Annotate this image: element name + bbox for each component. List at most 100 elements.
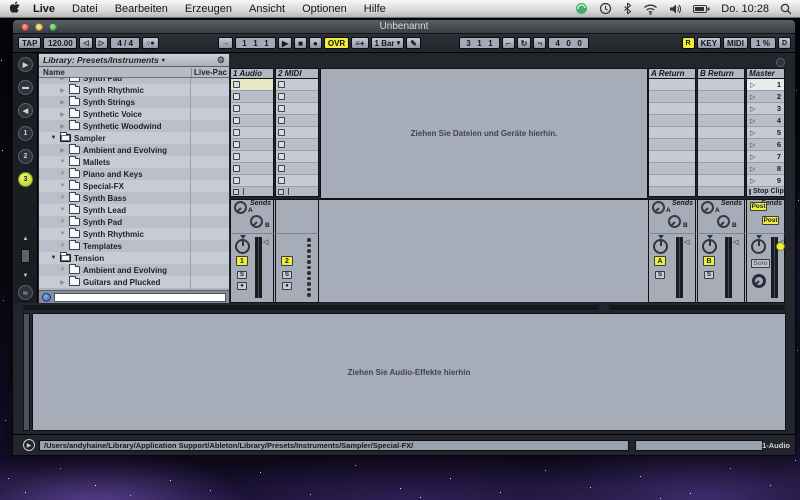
menu-hilfe[interactable]: Hilfe — [364, 3, 386, 15]
clip-slot[interactable] — [276, 103, 318, 115]
volume-icon[interactable] — [669, 3, 682, 15]
clip-stop-button[interactable] — [233, 105, 240, 112]
clip-slot[interactable] — [649, 79, 695, 91]
clip-stop-button[interactable] — [278, 141, 285, 148]
pan-knob[interactable] — [702, 239, 717, 254]
clip-slot[interactable] — [698, 151, 744, 163]
volume-meter[interactable] — [725, 237, 732, 298]
browser-item-synth-strings[interactable]: ▶Synth Strings — [39, 96, 229, 108]
browser-item-ambient-and-evolving[interactable]: ▶Ambient and Evolving — [39, 144, 229, 156]
clip-slot[interactable] — [231, 103, 273, 115]
search-input[interactable] — [54, 293, 226, 302]
send-a-knob[interactable] — [234, 201, 247, 214]
clip-stop-button[interactable] — [278, 105, 285, 112]
clip-stop-button[interactable] — [233, 93, 240, 100]
clip-stop-button[interactable] — [233, 165, 240, 172]
stop-all-clips-row[interactable]: Stop Clips — [746, 187, 785, 197]
master-solo-cue-button[interactable]: Solo — [751, 259, 770, 268]
session-drop-zone[interactable]: Ziehen Sie Dateien und Geräte hierhin. — [320, 68, 648, 199]
wifi-icon[interactable] — [643, 3, 658, 15]
send-b-knob[interactable] — [717, 215, 730, 228]
clip-slot[interactable] — [231, 139, 273, 151]
clip-slot[interactable] — [649, 115, 695, 127]
clip-slot[interactable] — [276, 127, 318, 139]
collapse-icon[interactable]: ▶ — [59, 111, 66, 118]
collapse-icon[interactable]: ▶ — [59, 87, 66, 94]
stop-browser-icon[interactable]: ▬ — [18, 80, 33, 95]
scene-row-5[interactable]: ▷5 — [747, 127, 784, 139]
volume-meter[interactable] — [676, 237, 683, 298]
collapse-icon[interactable]: ▶ — [59, 99, 66, 106]
clip-slot[interactable] — [276, 91, 318, 103]
scene-row-9[interactable]: ▷9 — [747, 175, 784, 187]
app-swirl-icon[interactable] — [575, 2, 588, 15]
browser-item-special-fx[interactable]: ▼Special-FX — [39, 180, 229, 192]
clip-slot[interactable] — [649, 127, 695, 139]
collapse-icon[interactable]: ▶ — [59, 147, 66, 154]
clip-slot[interactable] — [276, 151, 318, 163]
master-header[interactable]: Master — [746, 68, 785, 79]
return-a-header[interactable]: A Return — [648, 68, 696, 79]
follow-button[interactable]: → — [218, 37, 233, 49]
scene-play-icon[interactable]: ▷ — [750, 141, 755, 149]
browser-item-synth-lead[interactable]: ▼Synth Lead — [39, 204, 229, 216]
scene-row-4[interactable]: ▷4 — [747, 115, 784, 127]
expand-icon[interactable]: ▼ — [50, 135, 57, 141]
send-a-knob[interactable] — [701, 201, 714, 214]
send-b-knob[interactable] — [250, 215, 263, 228]
loop-button[interactable]: ↻ — [517, 37, 532, 49]
send-b-knob[interactable] — [668, 215, 681, 228]
scene-row-2[interactable]: ▷2 — [747, 91, 784, 103]
tempo-display[interactable]: 120.00 — [43, 37, 77, 49]
hot-swap-icon[interactable]: ≈ — [18, 285, 33, 300]
pan-knob[interactable] — [653, 239, 668, 254]
browser-item-sampler[interactable]: ▼Sampler — [39, 132, 229, 144]
volume-fader-handle[interactable]: ◁ — [733, 238, 738, 246]
track-1-stop-row[interactable] — [230, 187, 274, 197]
scene-play-icon[interactable]: ▷ — [750, 117, 755, 125]
scene-play-icon[interactable]: ▷ — [750, 153, 755, 161]
browser-item-templates[interactable]: ▼Templates — [39, 240, 229, 252]
track-2-arm-button[interactable]: ● — [282, 282, 292, 290]
browser-header[interactable]: Library: Presets/Instruments ▾ ⚙ — [39, 54, 229, 67]
time-signature-display[interactable]: 4 / 4 — [110, 37, 140, 49]
clip-stop-button[interactable] — [278, 177, 285, 184]
loop-length-display[interactable]: 400 — [548, 37, 589, 49]
collapse-icon[interactable]: ▶ — [59, 78, 66, 82]
track-2-activator[interactable]: 2 — [281, 256, 293, 266]
send-b-pre-post-toggle[interactable]: Post — [762, 216, 779, 225]
return-b-header[interactable]: B Return — [697, 68, 745, 79]
quantization-menu[interactable]: 1 Bar ▾ — [371, 37, 405, 49]
collapse-icon[interactable]: ▶ — [59, 123, 66, 130]
back-to-arrangement-button[interactable]: ≡+ — [351, 37, 368, 49]
session-view-selector-icon[interactable] — [776, 58, 785, 67]
record-button[interactable]: ● — [309, 37, 322, 49]
scene-play-icon[interactable]: ▷ — [750, 93, 755, 101]
scene-play-icon[interactable]: ▷ — [750, 129, 755, 137]
clip-slot[interactable] — [276, 139, 318, 151]
track-header-2-midi[interactable]: 2 MIDI — [275, 68, 319, 79]
column-livepack[interactable]: Live-Pac — [191, 68, 229, 77]
mixer-view-selector-icon[interactable] — [776, 242, 785, 251]
return-b-activator[interactable]: B — [703, 256, 715, 266]
clip-stop-button[interactable] — [233, 117, 240, 124]
clip-slot[interactable] — [649, 139, 695, 151]
clip-slot[interactable] — [649, 163, 695, 175]
arrangement-position-display[interactable]: 111 — [235, 37, 276, 49]
volume-meter[interactable] — [255, 237, 262, 298]
clip-slot[interactable] — [649, 91, 695, 103]
clip-slot[interactable] — [698, 139, 744, 151]
clip-stop-button[interactable] — [278, 129, 285, 136]
stop-icon[interactable] — [233, 189, 239, 195]
scene-row-7[interactable]: ▷7 — [747, 151, 784, 163]
clip-stop-button[interactable] — [233, 81, 240, 88]
expand-icon[interactable]: ▼ — [59, 171, 66, 177]
clip-slot[interactable] — [698, 115, 744, 127]
scene-row-1[interactable]: ▷1 — [747, 79, 784, 91]
close-window-button[interactable] — [21, 23, 29, 31]
browser-item-synth-rhythmic[interactable]: ▼Synth Rhythmic — [39, 228, 229, 240]
clip-slot[interactable] — [231, 79, 273, 91]
clip-stop-button[interactable] — [278, 117, 285, 124]
search-icon[interactable] — [42, 293, 51, 302]
volume-fader-handle[interactable]: ◁ — [684, 238, 689, 246]
